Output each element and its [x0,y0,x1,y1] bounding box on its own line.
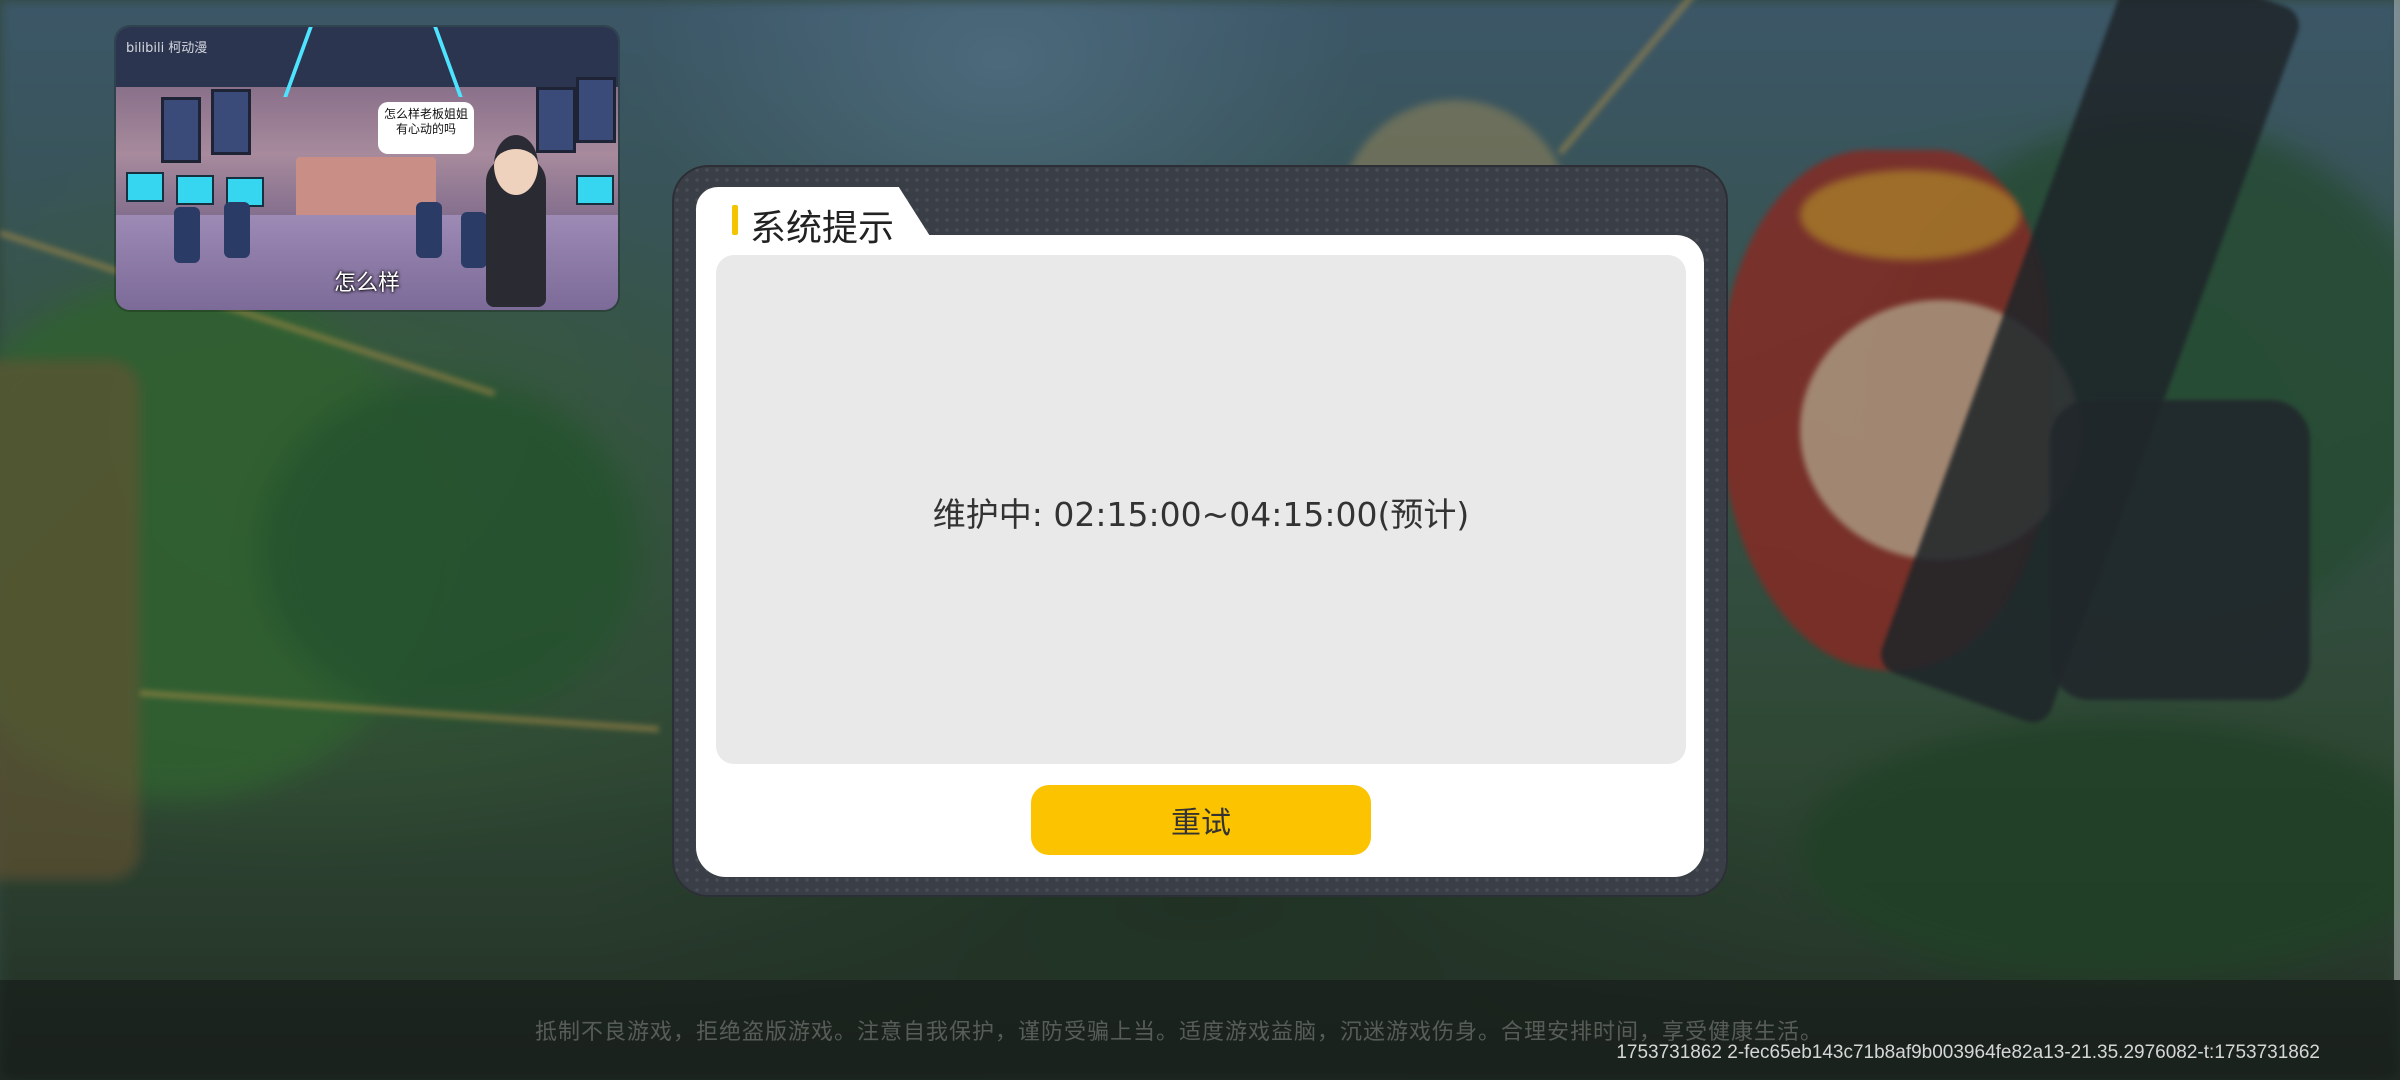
speech-bubble-line-2: 有心动的吗 [395,122,456,136]
dialog-title: 系统提示 [750,208,895,249]
maintenance-message: 维护中: 02:15:00~04:15:00(预计) [932,495,1470,534]
version-string: 1753731862 2-fec65eb143c71b8af9b003964fe… [1616,1042,2320,1063]
video-overlay[interactable]: bilibili 柯动漫 怎么样老板姐姐 有心动的吗 怎么样 [116,27,618,310]
dialog-content-panel: 维护中: 02:15:00~04:15:00(预计) [716,255,1686,764]
speech-bubble: 怎么样老板姐姐 有心动的吗 [378,102,474,154]
video-subtitle: 怎么样 [333,271,400,296]
title-accent-bar [732,205,738,235]
retry-button[interactable]: 重试 [1031,785,1371,855]
video-watermark: bilibili 柯动漫 [126,41,208,56]
right-edge-scrollbar [2394,0,2400,980]
speech-bubble-line-1: 怎么样老板姐姐 [383,107,468,121]
system-dialog: 系统提示 维护中: 02:15:00~04:15:00(预计) 重试 [672,165,1728,897]
